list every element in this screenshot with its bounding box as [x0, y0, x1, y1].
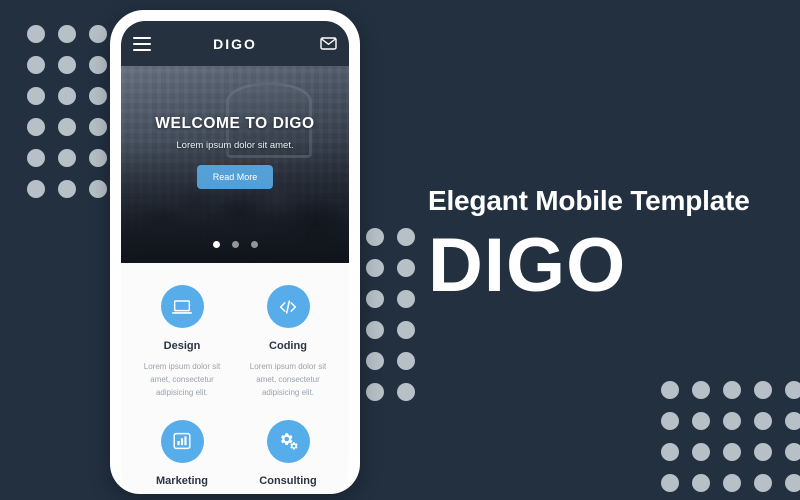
- decorative-dot: [58, 87, 76, 105]
- decorative-dot: [366, 290, 384, 308]
- decorative-dot: [58, 25, 76, 43]
- decorative-dot: [397, 383, 415, 401]
- decorative-dot: [89, 87, 107, 105]
- decorative-dot: [723, 474, 741, 492]
- decorative-dot: [723, 412, 741, 430]
- decorative-dot: [366, 259, 384, 277]
- decorative-dot: [27, 149, 45, 167]
- decorative-dot: [366, 228, 384, 246]
- decorative-dot: [27, 25, 45, 43]
- decorative-dot: [661, 443, 679, 461]
- decorative-dot: [397, 290, 415, 308]
- hamburger-menu-icon[interactable]: [133, 36, 151, 51]
- decorative-dot: [785, 443, 800, 461]
- carousel-dot[interactable]: [250, 241, 258, 248]
- decorative-dot: [366, 352, 384, 370]
- phone-mockup: DIGO WELCOME TO DIGO Lorem ipsum dolor s…: [110, 10, 360, 494]
- decorative-dot: [397, 259, 415, 277]
- decorative-dot: [754, 474, 772, 492]
- decorative-dot: [58, 118, 76, 136]
- decorative-dot: [397, 352, 415, 370]
- app-header: DIGO: [121, 21, 349, 66]
- envelope-icon[interactable]: [319, 37, 337, 51]
- feature-title: Design: [163, 340, 201, 352]
- decorative-dot: [366, 383, 384, 401]
- decorative-dot: [27, 180, 45, 198]
- read-more-button[interactable]: Read More: [196, 164, 274, 189]
- feature-card-coding[interactable]: Coding Lorem ipsum dolor sit amet, consec…: [235, 285, 341, 400]
- decorative-dot: [397, 228, 415, 246]
- promo-tagline: Elegant Mobile Template: [428, 185, 750, 216]
- decorative-dot: [754, 381, 772, 399]
- phone-screen: DIGO WELCOME TO DIGO Lorem ipsum dolor s…: [121, 21, 349, 494]
- decorative-dot: [397, 321, 415, 339]
- decorative-dot: [366, 321, 384, 339]
- decorative-dot: [785, 381, 800, 399]
- decorative-dot: [692, 381, 710, 399]
- feature-card-consulting[interactable]: ConsultingLorem ipsum dolor sit amet, co…: [235, 419, 341, 494]
- promo-banner: DIGO WELCOME TO DIGO Lorem ipsum dolor s…: [0, 0, 800, 500]
- decorative-dot-grid-middle: [366, 228, 415, 401]
- decorative-dot: [661, 474, 679, 492]
- carousel-dots[interactable]: [121, 241, 349, 248]
- hero-content: WELCOME TO DIGO Lorem ipsum dolor sit am…: [121, 66, 349, 263]
- feature-title: Consulting: [259, 474, 317, 487]
- decorative-dot: [89, 149, 107, 167]
- decorative-dot: [58, 56, 76, 74]
- decorative-dot: [89, 56, 107, 74]
- decorative-dot: [27, 87, 45, 105]
- decorative-dot: [58, 149, 76, 167]
- decorative-dot: [58, 180, 76, 198]
- decorative-dot: [723, 381, 741, 399]
- feature-title: Coding: [269, 340, 307, 352]
- carousel-dot-active[interactable]: [212, 241, 220, 248]
- decorative-dot: [89, 180, 107, 198]
- feature-description: Lorem ipsum dolor sit amet, consectetur …: [143, 362, 221, 398]
- decorative-dot: [692, 443, 710, 461]
- hero-title: WELCOME TO DIGO: [155, 114, 315, 132]
- decorative-dot: [89, 118, 107, 136]
- feature-title: Marketing: [156, 474, 208, 487]
- gears-icon: [266, 419, 310, 463]
- decorative-dot: [89, 25, 107, 43]
- code-brackets-icon: [266, 285, 310, 328]
- decorative-dot: [754, 443, 772, 461]
- decorative-dot-grid-left: [27, 25, 107, 198]
- decorative-dot: [692, 474, 710, 492]
- carousel-dot[interactable]: [231, 241, 239, 248]
- promo-text-block: Elegant Mobile Template DIGO: [428, 185, 798, 308]
- laptop-icon: [160, 285, 204, 328]
- bar-chart-icon: [160, 419, 204, 463]
- decorative-dot: [661, 412, 679, 430]
- decorative-dot: [723, 443, 741, 461]
- decorative-dot: [27, 118, 45, 136]
- hero-slider: WELCOME TO DIGO Lorem ipsum dolor sit am…: [121, 66, 349, 263]
- promo-brand-name: DIGO: [428, 222, 627, 308]
- feature-card-marketing[interactable]: MarketingLorem ipsum dolor sit amet, con…: [129, 419, 235, 494]
- decorative-dot: [692, 412, 710, 430]
- decorative-dot: [785, 412, 800, 430]
- feature-grid: Design Lorem ipsum dolor sit amet, consec…: [121, 263, 349, 494]
- feature-description: Lorem ipsum dolor sit amet, consectetur …: [249, 362, 327, 398]
- app-title: DIGO: [213, 35, 257, 52]
- feature-card-design[interactable]: Design Lorem ipsum dolor sit amet, consec…: [129, 285, 235, 400]
- decorative-dot: [785, 474, 800, 492]
- decorative-dot: [27, 56, 45, 74]
- decorative-dot: [754, 412, 772, 430]
- decorative-dot-grid-right: [661, 381, 800, 492]
- hero-subtitle: Lorem ipsum dolor sit amet.: [176, 139, 294, 151]
- decorative-dot: [661, 381, 679, 399]
